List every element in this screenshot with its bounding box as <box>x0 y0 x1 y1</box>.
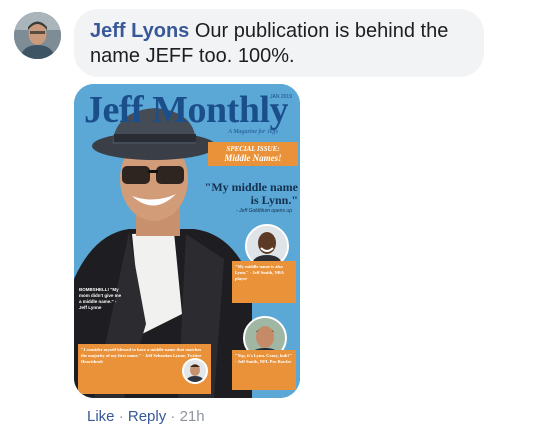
special-issue-line2: Middle Names! <box>224 153 282 163</box>
like-link[interactable]: Like <box>87 408 115 425</box>
comment-bubble: Jeff Lyons Our publication is behind the… <box>74 9 484 77</box>
cover-masthead: Jeff Monthly <box>84 89 289 131</box>
cover-tagline: A Magazine for Jeffs <box>228 129 278 135</box>
comment-timestamp[interactable]: 21h <box>180 408 205 425</box>
cover-issue-date: JAN 2019 <box>270 94 292 100</box>
separator-dot: · <box>118 408 124 425</box>
inset-photo-heartthrob <box>182 358 208 384</box>
cover-side-quote-top: "My middle name is also Lynn." - Jeff Sm… <box>232 261 296 303</box>
cover-side-quote-bottom: "Yep, it's Lynn. Crazy, huh?" - Jeff Smi… <box>232 350 296 390</box>
magazine-cover-image[interactable]: Jeff Monthly JAN 2019 A Magazine for Jef… <box>74 84 300 398</box>
commenter-avatar[interactable] <box>14 12 61 59</box>
comment-actions: Like · Reply · 21h <box>87 408 205 426</box>
comment-author-link[interactable]: Jeff Lyons <box>90 20 189 42</box>
reply-link[interactable]: Reply <box>128 408 166 425</box>
cover-main-quote-credit: - Jeff Goldblum opens up <box>236 208 292 214</box>
cover-special-issue-banner: SPECIAL ISSUE: Middle Names! <box>208 142 298 166</box>
cover-main-quote: "My middle name is Lynn." <box>204 180 298 207</box>
separator-dot: · <box>170 408 176 425</box>
cover-left-note: BOMBSHELL! "My mom didn't give me a midd… <box>79 287 122 310</box>
